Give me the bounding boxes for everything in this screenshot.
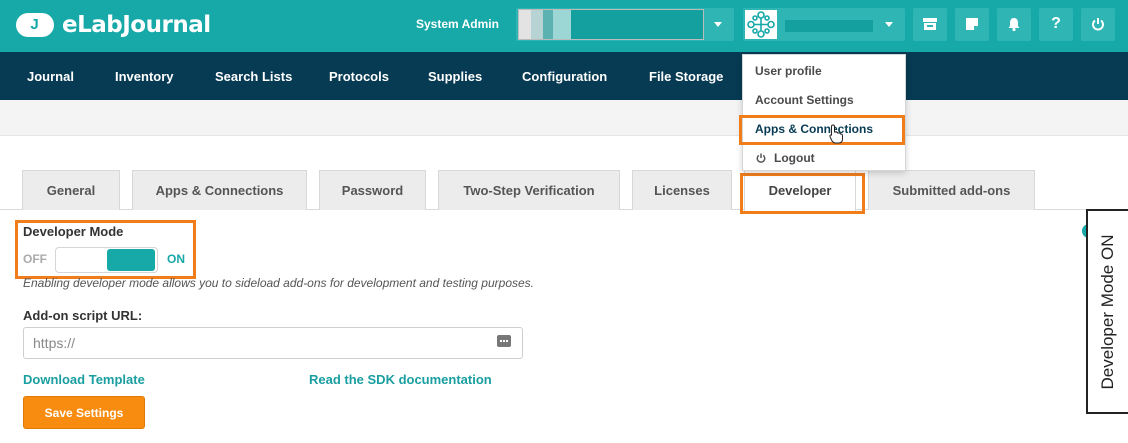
bell-icon: [1008, 18, 1020, 32]
addon-url-label: Add-on script URL:: [23, 308, 143, 323]
chevron-down-icon: [714, 22, 722, 27]
logo-mark-letter: J: [30, 16, 40, 33]
tab-licenses[interactable]: Licenses: [632, 170, 732, 210]
toggle-on-label: ON: [167, 252, 185, 266]
nav-item-file-storage[interactable]: File Storage: [649, 69, 723, 84]
store-icon: [923, 18, 937, 30]
logout-label: Logout: [774, 151, 815, 165]
menu-item-logout[interactable]: Logout: [755, 151, 815, 165]
user-menu: User profile Account Settings Apps & Con…: [742, 54, 906, 171]
nav-item-protocols[interactable]: Protocols: [329, 69, 389, 84]
toggle-off-label: OFF: [23, 252, 47, 266]
tab-apps-connections[interactable]: Apps & Connections: [132, 170, 307, 210]
power-button[interactable]: [1081, 8, 1115, 41]
note-icon: [966, 18, 978, 30]
help-button[interactable]: ?: [1039, 8, 1073, 41]
help-icon: ?: [1051, 15, 1061, 32]
redacted-group-name: [518, 9, 704, 40]
save-settings-button[interactable]: Save Settings: [23, 396, 145, 429]
nav-item-configuration[interactable]: Configuration: [522, 69, 607, 84]
avatar: [745, 10, 777, 39]
hand-cursor-icon: [829, 124, 843, 144]
password-manager-icon[interactable]: [497, 335, 511, 347]
redacted-user-name: [785, 20, 873, 32]
toggle-knob: [107, 249, 155, 271]
tab-submitted-add-ons[interactable]: Submitted add-ons: [868, 170, 1035, 210]
highlight-box: [739, 115, 905, 145]
nav-item-search-lists[interactable]: Search Lists: [215, 69, 292, 84]
developer-mode-toggle[interactable]: [55, 247, 158, 273]
logo-mark-icon: J: [16, 13, 54, 37]
tab-two-step-verification[interactable]: Two-Step Verification: [438, 170, 620, 210]
menu-item-user-profile[interactable]: User profile: [755, 64, 822, 78]
developer-mode-label: Developer Mode: [23, 224, 124, 239]
top-bar: J eLabJournal System Admin ?: [0, 0, 1128, 52]
notes-button[interactable]: [955, 8, 989, 41]
annotation-callout: Developer Mode ON: [1086, 209, 1128, 414]
highlight-box: [740, 173, 865, 214]
annotation-text: Developer Mode ON: [1098, 234, 1117, 389]
sdk-documentation-link[interactable]: Read the SDK documentation: [309, 372, 492, 387]
chevron-down-icon: [885, 22, 893, 27]
sub-header-bar: [0, 100, 1128, 136]
group-select-dropdown[interactable]: [516, 8, 734, 41]
user-label: System Admin: [416, 17, 499, 31]
power-icon: [1092, 18, 1104, 31]
download-template-link[interactable]: Download Template: [23, 372, 145, 387]
user-menu-dropdown[interactable]: [743, 8, 905, 41]
main-nav: Journal Inventory Search Lists Protocols…: [0, 52, 1128, 100]
notifications-button[interactable]: [997, 8, 1031, 41]
developer-mode-description: Enabling developer mode allows you to si…: [23, 276, 534, 290]
nav-item-supplies[interactable]: Supplies: [428, 69, 482, 84]
tab-general[interactable]: General: [22, 170, 120, 210]
nav-item-inventory[interactable]: Inventory: [115, 69, 174, 84]
tab-password[interactable]: Password: [319, 170, 426, 210]
menu-item-account-settings[interactable]: Account Settings: [755, 93, 854, 107]
addon-url-input[interactable]: [23, 327, 523, 359]
app-title: eLabJournal: [62, 12, 211, 38]
store-button[interactable]: [913, 8, 947, 41]
power-icon: [756, 153, 766, 163]
app-logo[interactable]: J eLabJournal: [16, 12, 211, 38]
nav-item-journal[interactable]: Journal: [27, 69, 74, 84]
